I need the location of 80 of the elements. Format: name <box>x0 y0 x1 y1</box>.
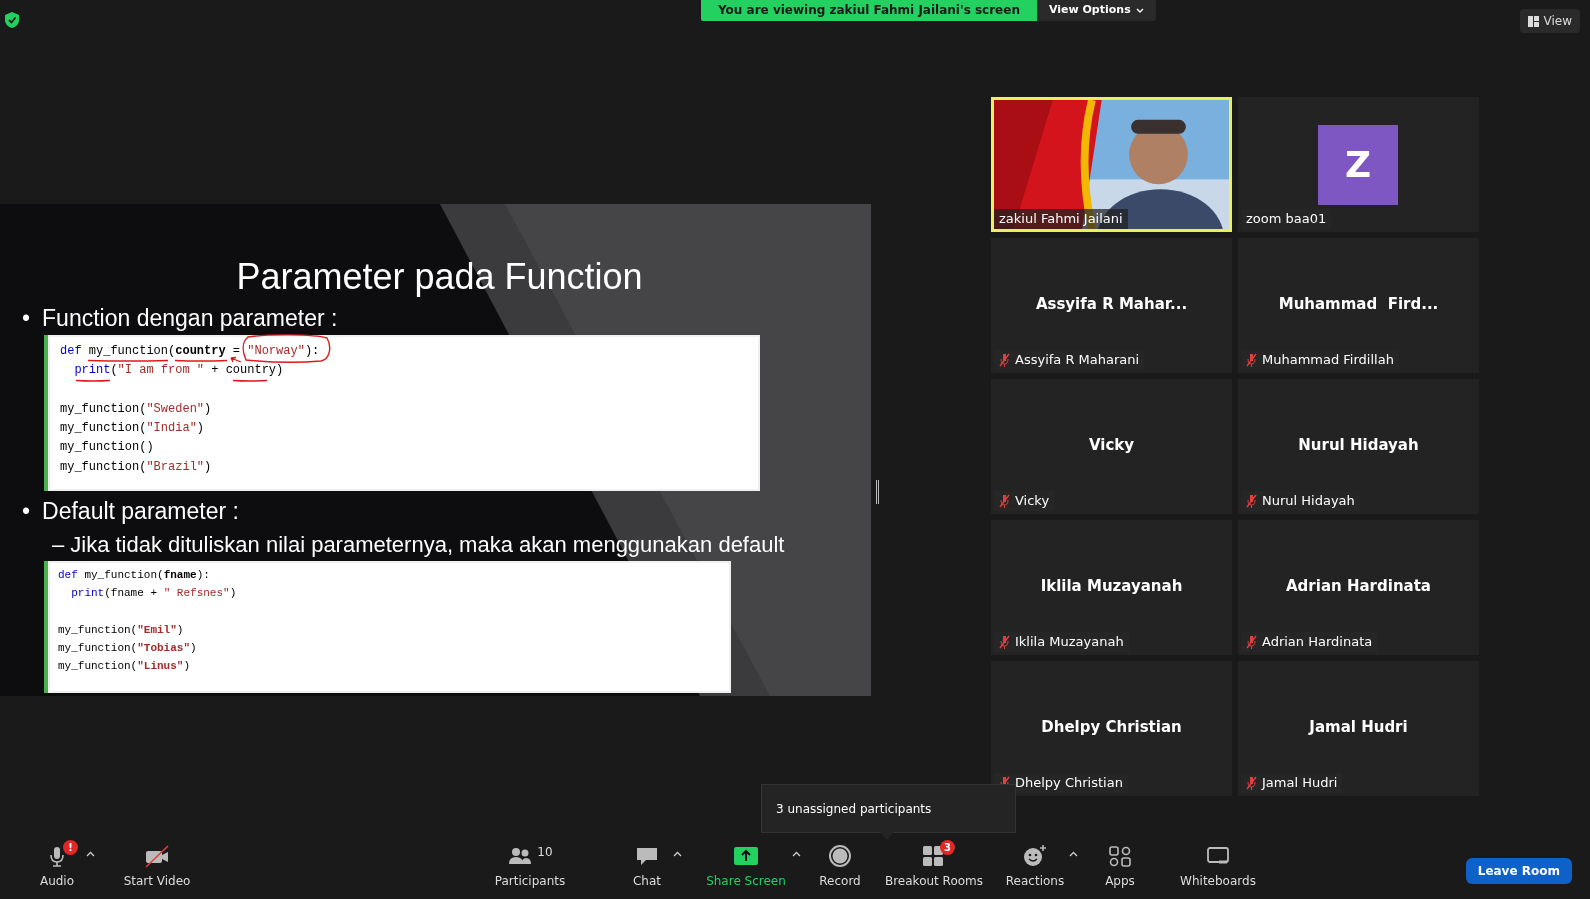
muted-mic-icon <box>999 494 1010 508</box>
notification-badge: 3 <box>940 840 955 855</box>
code-line: my_function("India") <box>60 421 205 436</box>
notification-badge: ! <box>63 840 78 855</box>
toolbar-button[interactable]: 3 Breakout Rooms <box>885 840 983 890</box>
participant-name: Dhelpy Christian <box>1040 717 1183 738</box>
tooltip-pointer <box>880 832 894 841</box>
participant-name: Iklila Muzayanah <box>1015 633 1124 651</box>
code-line: my_function("Tobias") <box>58 642 197 656</box>
participant-name: Vicky <box>1087 435 1136 456</box>
code-line: my_function("Brazil") <box>60 459 212 474</box>
pen-underline <box>175 359 227 362</box>
toolbar-button[interactable]: 10 Participants <box>490 840 570 890</box>
participant-name: Muhammad Firdillah <box>1262 351 1394 369</box>
caret-icon[interactable] <box>792 851 801 857</box>
apps-icon <box>1107 844 1133 868</box>
code-line: my_function("Sweden") <box>60 401 212 416</box>
share-screen-icon <box>733 844 759 868</box>
code-line: my_function() <box>60 440 154 455</box>
participant-name: Nurul Hidayah <box>1297 435 1420 456</box>
view-options-button[interactable]: View Options <box>1036 0 1156 21</box>
tooltip: 3 unassigned participants <box>761 784 1016 833</box>
toolbar-button[interactable]: Apps <box>1100 840 1140 890</box>
code-line: print(fname + " Refsnes") <box>70 587 237 601</box>
code-line: my_function("Emil") <box>58 623 184 637</box>
toolbar-button[interactable]: Record <box>815 840 865 890</box>
muted-mic-icon <box>999 635 1010 649</box>
participant-name: Vicky <box>1015 492 1050 510</box>
caret-icon <box>1135 8 1144 13</box>
participant-name: Dhelpy Christian <box>1015 774 1123 792</box>
bullet-text: Default parameter : <box>42 497 239 525</box>
code-line: def my_function(country = "Norway"): <box>60 344 320 358</box>
participant-name: Adrian Hardinata <box>1262 633 1373 651</box>
caret-icon[interactable] <box>1069 851 1078 857</box>
muted-mic-icon <box>1246 635 1257 649</box>
toolbar-button[interactable]: ! Audio <box>32 840 82 890</box>
dash-marker: – <box>52 531 65 559</box>
caret-icon[interactable] <box>673 851 682 857</box>
view-button[interactable]: View <box>1519 9 1580 33</box>
muted-mic-icon <box>999 353 1010 367</box>
participant-name: Jamal Hudri <box>1307 717 1409 738</box>
smiley-icon <box>1022 844 1048 868</box>
participant-name: Nurul Hidayah <box>1262 492 1355 510</box>
participant-name: zakiul Fahmi Jailani <box>999 210 1123 228</box>
toolbar-button[interactable]: Share Screen <box>704 840 788 890</box>
caret-icon[interactable] <box>86 851 95 857</box>
record-icon <box>827 844 853 868</box>
toolbar-button[interactable]: Whiteboards <box>1178 840 1258 890</box>
slide-title: Parameter pada Function <box>235 256 644 298</box>
muted-mic-icon <box>1246 494 1257 508</box>
bullet-marker: • <box>22 497 31 525</box>
bullet-text: Function dengan parameter : <box>42 304 338 332</box>
muted-mic-icon <box>1246 353 1257 367</box>
bullet-marker: • <box>22 304 31 332</box>
shield-icon[interactable] <box>4 11 20 29</box>
leave-room-button[interactable]: Leave Room <box>1465 858 1572 884</box>
resize-handle[interactable] <box>876 480 879 504</box>
pen-underline <box>76 378 110 382</box>
participant-name: Adrian Hardinata <box>1285 576 1432 597</box>
bullet-text: Jika tidak dituliskan nilai parameternya, maka akan menggunakan default <box>70 531 785 559</box>
toolbar-button[interactable]: Start Video <box>111 840 203 890</box>
pen-underline <box>233 378 267 382</box>
participant-name: Assyifa R Maharani <box>1015 351 1140 369</box>
viewing-banner: You are viewing zakiul Fahmi Jailani's screen <box>701 0 1037 21</box>
code-line: print("I am from " + country) <box>73 363 284 378</box>
code-line: my_function("Linus") <box>58 660 191 674</box>
grid-icon <box>1527 15 1539 27</box>
toolbar-button[interactable]: Chat <box>625 840 669 890</box>
participant-name: Jamal Hudri <box>1262 774 1338 792</box>
code-line: def my_function(fname): <box>58 569 210 582</box>
participant-name: zoom baa01 <box>1246 210 1327 228</box>
participant-name: Assyifa R Mahar... <box>1034 294 1189 315</box>
muted-mic-icon <box>1246 776 1257 790</box>
toolbar-button[interactable]: Reactions <box>1005 840 1065 890</box>
participant-name: Iklila Muzayanah <box>1039 576 1184 597</box>
avatar: Z <box>1318 125 1398 205</box>
participant-name: Muhammad Fird... <box>1277 294 1440 315</box>
participant-count: 10 <box>537 844 553 861</box>
pen-arrow <box>230 357 242 363</box>
video-camera-off-icon <box>144 844 170 868</box>
